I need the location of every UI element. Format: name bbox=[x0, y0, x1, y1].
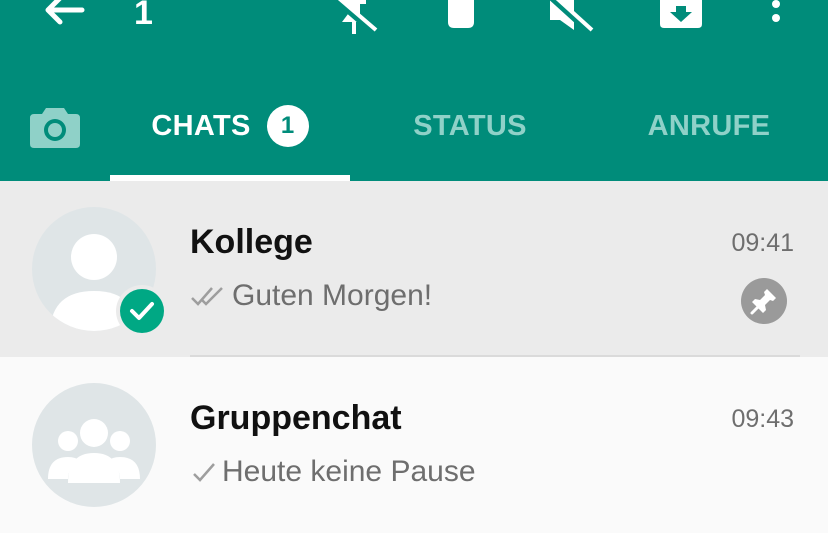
more-icon[interactable] bbox=[766, 0, 786, 30]
check-icon bbox=[130, 302, 154, 320]
pinned-badge bbox=[741, 278, 787, 324]
unmute-icon[interactable] bbox=[546, 0, 596, 34]
unpin-icon[interactable] bbox=[326, 0, 382, 38]
tab-chats[interactable]: CHATS 1 bbox=[110, 96, 350, 181]
tab-status[interactable]: STATUS bbox=[350, 96, 590, 181]
app-bar: 1 CHATS 1 STATUS ANRUFE bbox=[0, 0, 828, 181]
double-check-icon bbox=[191, 287, 223, 306]
chat-preview: Heute keine Pause bbox=[190, 455, 476, 489]
chat-time: 09:43 bbox=[731, 405, 794, 433]
chat-name: Gruppenchat bbox=[190, 399, 402, 437]
selected-count: 1 bbox=[134, 0, 153, 32]
unread-badge: 1 bbox=[266, 105, 309, 147]
tab-anrufe[interactable]: ANRUFE bbox=[590, 96, 828, 181]
chat-name: Kollege bbox=[190, 223, 313, 261]
chat-preview-text: Heute keine Pause bbox=[222, 455, 476, 488]
pin-icon bbox=[750, 289, 776, 315]
chat-preview-text: Guten Morgen! bbox=[232, 279, 433, 312]
avatar[interactable] bbox=[32, 383, 156, 507]
delete-icon[interactable] bbox=[444, 0, 478, 30]
tab-status-label: STATUS bbox=[413, 110, 527, 142]
tab-chats-label: CHATS bbox=[151, 110, 251, 142]
chat-preview: Guten Morgen! bbox=[190, 279, 432, 313]
selected-check bbox=[116, 285, 168, 337]
check-icon bbox=[193, 463, 215, 482]
chat-time: 09:41 bbox=[731, 229, 794, 257]
chat-row[interactable]: Gruppenchat 09:43 Heute keine Pause bbox=[0, 357, 828, 533]
back-arrow-icon[interactable] bbox=[40, 0, 90, 40]
group-icon bbox=[48, 419, 140, 483]
selection-toolbar: 1 bbox=[0, 0, 828, 60]
chat-row[interactable]: Kollege 09:41 Guten Morgen! bbox=[0, 181, 828, 357]
tab-bar: CHATS 1 STATUS ANRUFE bbox=[0, 96, 828, 181]
camera-icon[interactable] bbox=[30, 104, 80, 148]
archive-icon[interactable] bbox=[658, 0, 704, 30]
tab-anrufe-label: ANRUFE bbox=[647, 110, 771, 142]
